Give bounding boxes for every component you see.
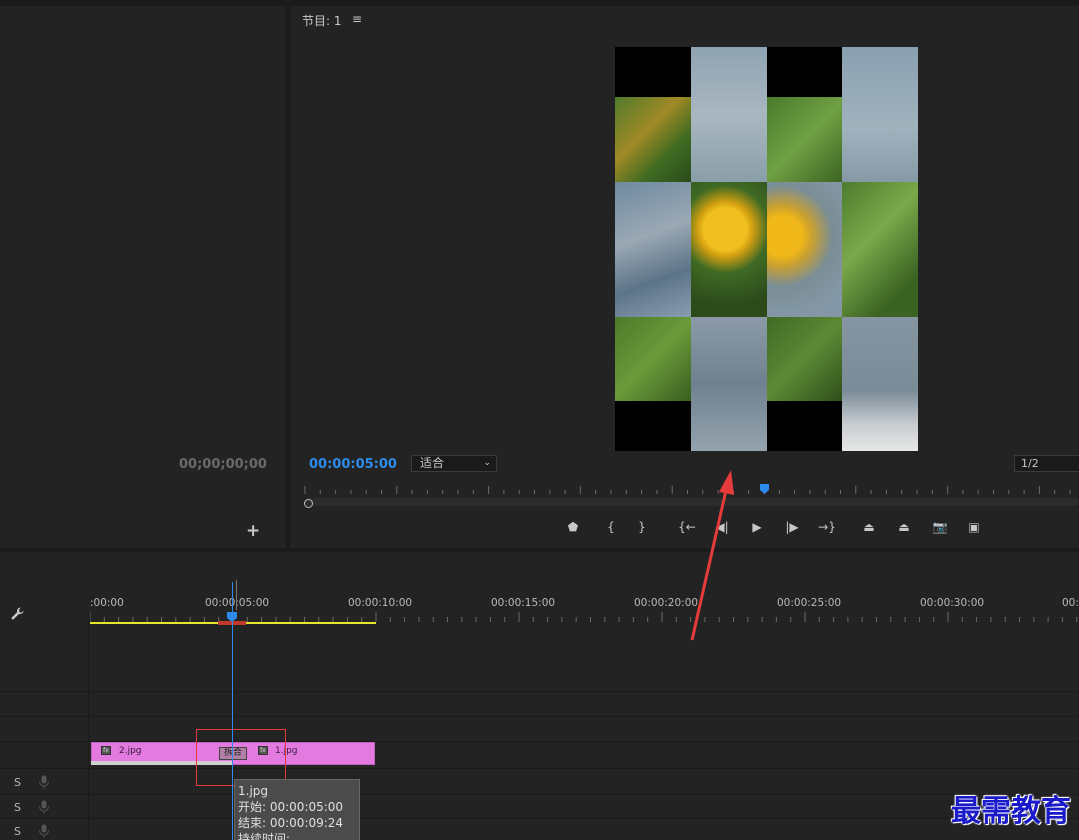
video-tile — [691, 317, 767, 451]
solo-toggle[interactable]: S — [14, 776, 21, 789]
program-scrollbar-handle[interactable] — [304, 499, 313, 508]
program-monitor-title[interactable]: 节目: 1 — [302, 12, 342, 29]
go-to-in-button[interactable]: {← — [677, 519, 697, 535]
hamburger-icon[interactable]: ≡ — [352, 12, 362, 26]
step-back-button[interactable]: ◀| — [712, 519, 732, 535]
export-frame-button[interactable]: 📷 — [930, 519, 950, 535]
track-divider — [0, 768, 1079, 769]
timecode-label: 00:00:05:00 — [205, 597, 270, 609]
source-timecode[interactable]: 00;00;00;00 — [179, 457, 267, 472]
chevron-down-icon: ⌄ — [483, 458, 491, 468]
program-timecode[interactable]: 00:00:05:00 — [309, 457, 397, 472]
timecode-label: 00:00:30:00 — [920, 597, 985, 609]
video-tile — [767, 97, 842, 182]
tooltip-duration: 持续时间: 00:00:05:00 — [238, 832, 291, 840]
video-preview — [615, 47, 918, 451]
timecode-label: :00:00 — [90, 597, 124, 609]
microphone-icon[interactable] — [38, 775, 50, 789]
solo-toggle[interactable]: S — [14, 825, 21, 838]
clip-name-left: 2.jpg — [119, 746, 142, 756]
video-tile — [842, 317, 918, 451]
video-tile — [767, 47, 842, 97]
tooltip-start: 开始: 00:00:05:00 — [238, 800, 344, 814]
watermark-logo: 最需教育 — [951, 794, 1071, 829]
program-playhead[interactable] — [760, 484, 769, 494]
video-tile — [615, 401, 691, 451]
track-divider — [0, 794, 1079, 795]
fit-zoom-dropdown[interactable]: 适合 ⌄ — [411, 455, 497, 472]
timeline-panel: :00:00 00:00:05:00 00:00:10:00 00:00:15:00 0… — [0, 552, 1079, 840]
audio-track-header: S — [0, 821, 89, 840]
timecode-label: 00:00:10:00 — [348, 597, 413, 609]
track-divider — [0, 818, 1079, 819]
video-tile — [615, 317, 691, 401]
timecode-label: 00:00:20:00 — [634, 597, 699, 609]
video-tile — [615, 97, 691, 182]
playhead-marker-line — [236, 580, 237, 610]
program-monitor-panel: 节目: 1 ≡ 00:00:05:00 适合 ⌄ 1/2 ⬟ {} {← ◀| ▶ |▶ →… — [290, 6, 1079, 548]
video-tile — [842, 47, 918, 182]
extract-button[interactable]: ⏏ — [894, 519, 914, 535]
go-to-out-button[interactable]: →} — [817, 519, 837, 535]
audio-track-header: S — [0, 772, 89, 794]
solo-toggle[interactable]: S — [14, 801, 21, 814]
video-tile — [767, 401, 842, 451]
fit-zoom-label: 适合 — [420, 456, 445, 470]
program-time-ruler[interactable] — [302, 484, 1079, 496]
compare-view-button[interactable]: ▣ — [964, 519, 984, 535]
fx-badge: fx — [101, 746, 111, 755]
annotation-highlight-box — [196, 729, 286, 786]
clip-tooltip: 1.jpg 开始: 00:00:05:00 结束: 00:00:09:24 持续… — [234, 779, 360, 840]
add-marker-button[interactable]: ⬟ — [563, 519, 583, 535]
track-divider — [0, 716, 1079, 717]
microphone-icon[interactable] — [38, 800, 50, 814]
tooltip-clip-name: 1.jpg — [238, 784, 269, 798]
step-forward-button[interactable]: |▶ — [782, 519, 802, 535]
video-tile — [615, 47, 691, 97]
mark-in-button[interactable]: { — [601, 519, 621, 535]
add-button-icon[interactable]: + — [246, 521, 260, 541]
video-tile — [842, 182, 918, 317]
audio-track-header: S — [0, 797, 89, 819]
video-tile — [767, 182, 842, 317]
program-zoom-scrollbar[interactable] — [304, 498, 1079, 506]
lift-button[interactable]: ⏏ — [859, 519, 879, 535]
timecode-label: 00:00:25:00 — [777, 597, 842, 609]
wrench-icon[interactable] — [10, 606, 26, 622]
tooltip-end: 结束: 00:00:09:24 — [238, 816, 344, 830]
timeline-playhead[interactable] — [227, 612, 237, 622]
video-tile — [615, 182, 691, 317]
timecode-label: 00:00:15:00 — [491, 597, 556, 609]
mark-out-button[interactable]: } — [632, 519, 652, 535]
timecode-label: 00:0 — [1062, 597, 1079, 609]
video-tile — [767, 317, 842, 401]
video-tile — [691, 182, 767, 317]
play-button[interactable]: ▶ — [747, 519, 767, 535]
source-monitor-panel: 00;00;00;00 + — [0, 6, 286, 548]
track-divider — [0, 691, 1079, 692]
playback-resolution-dropdown[interactable]: 1/2 — [1014, 455, 1079, 472]
video-tile — [691, 47, 767, 182]
microphone-icon[interactable] — [38, 824, 50, 838]
